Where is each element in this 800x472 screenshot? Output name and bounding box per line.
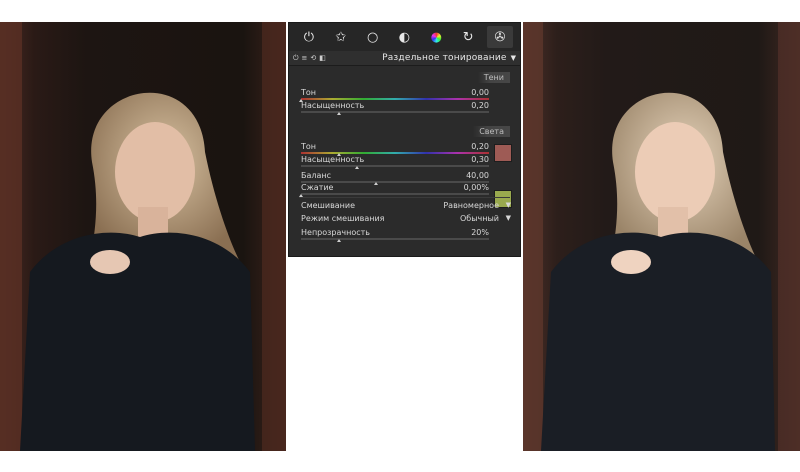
shadows-saturation-label: Насыщенность	[301, 101, 365, 110]
module-header-icons: ⏻ ≡ ⟲ ◧	[293, 54, 326, 63]
color-wheel-icon[interactable]: ●	[423, 26, 449, 48]
expand-arrow-icon[interactable]: ▼	[511, 54, 516, 62]
dropdown-arrow-icon: ▼	[505, 201, 511, 209]
highlights-saturation-value: 0,30	[471, 155, 489, 164]
module-power-icon[interactable]: ⏻	[293, 54, 299, 63]
slider-track[interactable]	[301, 98, 489, 100]
compress-value: 0,00%	[463, 183, 489, 192]
slider-track[interactable]	[301, 152, 489, 154]
dropdown-arrow-icon: ▼	[505, 214, 511, 222]
shadows-color-swatch[interactable]	[494, 144, 512, 162]
circle-icon[interactable]: ○	[360, 26, 386, 48]
original-photo	[0, 22, 286, 451]
slider-track[interactable]	[301, 111, 489, 113]
blending-label: Смешивание	[301, 201, 356, 210]
opacity-slider[interactable]: Непрозрачность 20%	[301, 228, 489, 242]
divider	[299, 197, 510, 198]
effects-icon[interactable]: ↻	[455, 26, 481, 48]
slider-marker[interactable]	[336, 239, 341, 242]
slider-track[interactable]	[301, 165, 489, 167]
highlights-hue-value: 0,20	[471, 142, 489, 151]
opacity-label: Непрозрачность	[301, 228, 370, 237]
shadows-header: Тени	[477, 72, 510, 83]
balance-value: 40,00	[466, 171, 489, 180]
split-toning-panel: ⏻ ✩ ○ ◐ ● ↻ ✇ ⏻ ≡ ⟲ ◧ Раздельное тониров…	[288, 22, 521, 257]
film-reel-icon[interactable]: ✇	[486, 26, 513, 48]
blend-mode-combobox[interactable]: Режим смешивания Обычный ▼	[301, 214, 511, 226]
blend-mode-value: Обычный	[459, 214, 499, 223]
blending-combobox[interactable]: Смешивание Равномерное ▼	[301, 201, 511, 213]
multi-instance-icon[interactable]: ◧	[319, 54, 326, 63]
shadows-saturation-value: 0,20	[471, 101, 489, 110]
half-circle-icon[interactable]: ◐	[391, 26, 417, 48]
highlights-hue-slider[interactable]: Тон 0,20	[301, 142, 489, 156]
module-group-tabs: ⏻ ✩ ○ ◐ ● ↻ ✇	[289, 23, 520, 51]
star-icon[interactable]: ✩	[328, 26, 354, 48]
compress-label: Сжатие	[301, 183, 334, 192]
slider-marker[interactable]	[336, 112, 341, 115]
module-title[interactable]: Раздельное тонирование	[382, 53, 507, 63]
slider-track[interactable]	[301, 193, 489, 195]
module-header[interactable]: ⏻ ≡ ⟲ ◧ Раздельное тонирование ▼	[289, 51, 520, 66]
slider-marker[interactable]	[355, 166, 360, 169]
blend-mode-label: Режим смешивания	[301, 214, 385, 223]
highlights-header: Света	[473, 126, 510, 137]
highlights-saturation-slider[interactable]: Насыщенность 0,30	[301, 155, 489, 169]
balance-slider[interactable]: Баланс 40,00	[301, 171, 489, 185]
processed-photo	[523, 22, 800, 451]
reset-icon[interactable]: ⟲	[310, 54, 316, 63]
opacity-value: 20%	[471, 228, 489, 237]
highlights-saturation-label: Насыщенность	[301, 155, 365, 164]
presets-icon[interactable]: ≡	[302, 54, 308, 63]
compress-slider[interactable]: Сжатие 0,00%	[299, 183, 489, 197]
shadows-hue-label: Тон	[301, 88, 317, 97]
shadows-hue-slider[interactable]: Тон 0,00	[299, 88, 489, 102]
highlights-hue-label: Тон	[301, 142, 317, 151]
balance-label: Баланс	[301, 171, 332, 180]
shadows-hue-value: 0,00	[471, 88, 489, 97]
blending-value: Равномерное	[443, 201, 499, 210]
power-icon[interactable]: ⏻	[296, 26, 322, 48]
slider-track[interactable]	[301, 238, 489, 240]
color-wheel-glyph: ●	[430, 29, 442, 45]
shadows-saturation-slider[interactable]: Насыщенность 0,20	[301, 101, 489, 115]
